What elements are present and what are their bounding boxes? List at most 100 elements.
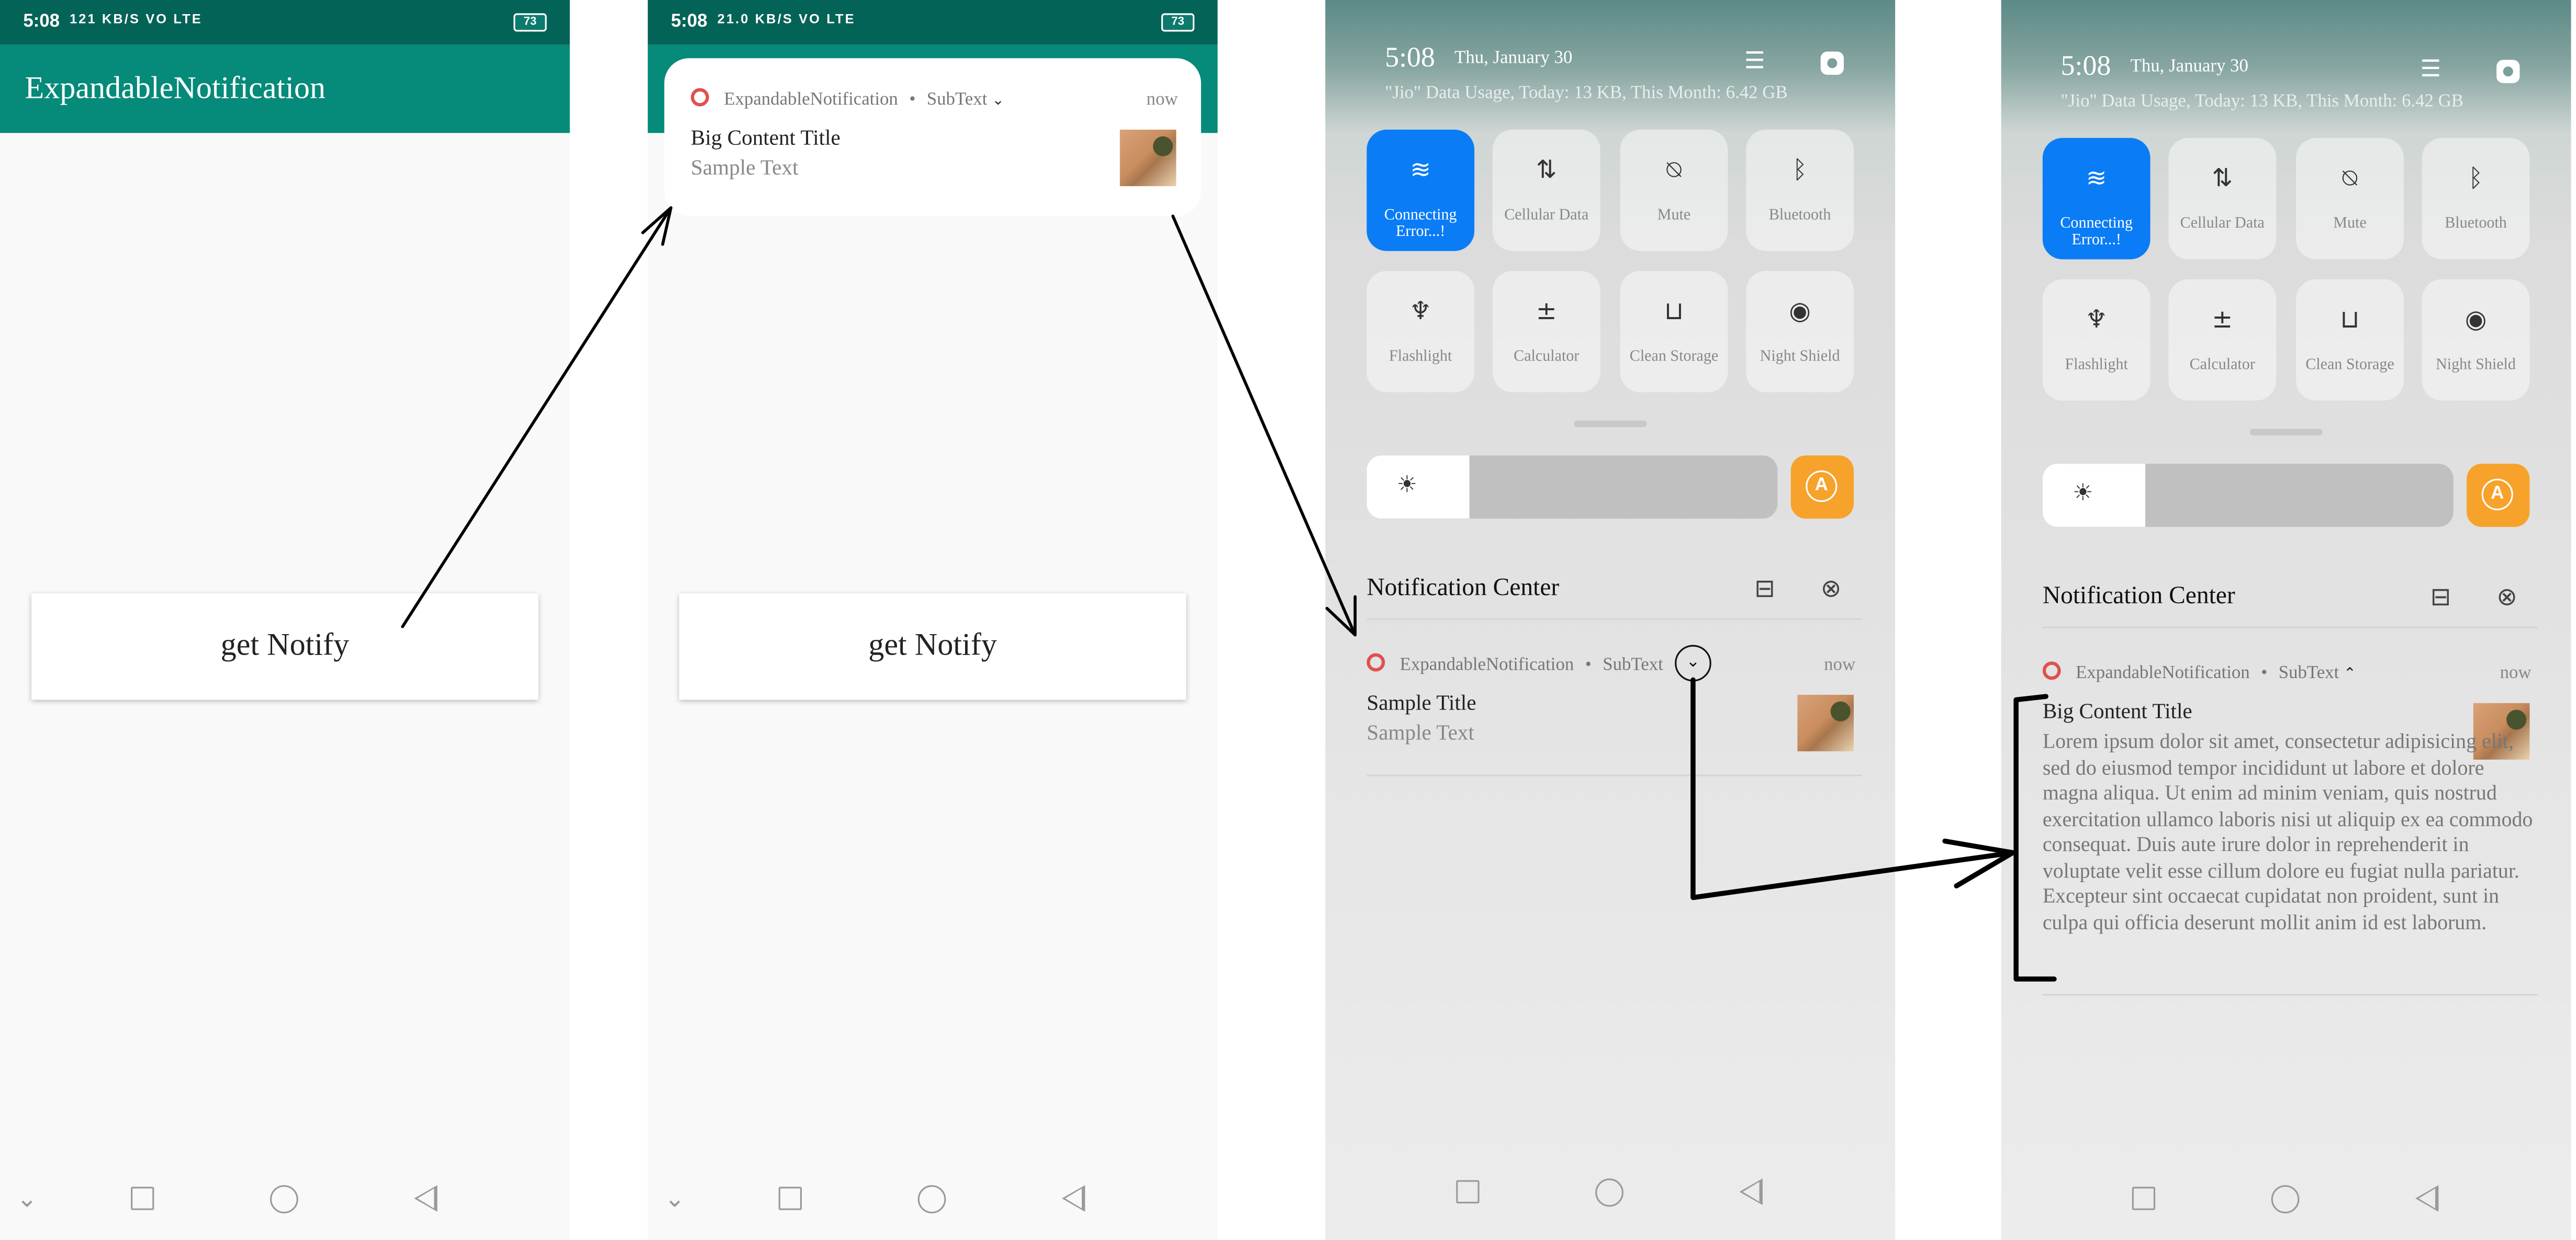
qs-time: 5:08 — [1385, 41, 1435, 73]
notification-app-name: ExpandableNotification — [1399, 655, 1574, 675]
tile-calculator[interactable]: ± Calculator — [2168, 279, 2277, 401]
flashlight-icon: ♆ — [2085, 304, 2108, 334]
edit-tiles-icon[interactable]: ☰ — [2421, 57, 2441, 83]
tile-label: Night Shield — [2436, 357, 2516, 374]
bluetooth-icon: ᛒ — [2468, 163, 2483, 193]
nav-bar: ⌄ — [648, 1174, 1218, 1223]
notification-text: Sample Text — [1367, 719, 1474, 745]
tile-label: Mute — [2333, 216, 2367, 233]
tile-flashlight[interactable]: ♆ Flashlight — [1367, 270, 1475, 392]
tile-mute[interactable]: ⍉ Mute — [2296, 138, 2404, 260]
chevron-up-icon[interactable]: ⌃ — [2344, 667, 2356, 683]
app-bar: ExpandableNotification — [0, 44, 570, 133]
get-notify-button[interactable]: get Notify — [31, 593, 539, 700]
clear-all-icon[interactable]: ⊗ — [1821, 573, 1842, 603]
data-usage-text: "Jio" Data Usage, Today: 13 KB, This Mon… — [1385, 83, 1788, 103]
chevron-down-icon[interactable]: ⌄ — [17, 1183, 38, 1213]
nav-bar: ⌄ — [0, 1174, 570, 1223]
clear-all-icon[interactable]: ⊗ — [2496, 582, 2517, 612]
notification-time: now — [1146, 89, 1178, 110]
auto-label: A — [1806, 470, 1838, 502]
settings-icon[interactable] — [2496, 60, 2520, 83]
tile-bluetooth[interactable]: ᛒ Bluetooth — [1746, 129, 1854, 251]
home-button[interactable] — [2271, 1185, 2300, 1214]
tile-label: Calculator — [1514, 349, 1580, 366]
get-notify-button[interactable]: get Notify — [679, 593, 1186, 700]
notification-subtext: SubText — [2278, 663, 2339, 683]
status-time: 5:08 — [670, 12, 708, 32]
notification-header: ExpandableNotification • SubText ⌃ — [2042, 661, 2356, 683]
back-button[interactable] — [414, 1185, 438, 1212]
recents-button[interactable] — [778, 1187, 802, 1210]
tile-wifi[interactable]: ≋ Connecting Error...! — [1367, 129, 1475, 251]
brightness-fill — [1367, 455, 1470, 519]
cellular-data-icon: ⇅ — [2212, 163, 2233, 193]
notification-title: Sample Title — [1367, 690, 1476, 715]
home-button[interactable] — [917, 1185, 946, 1214]
tile-mute[interactable]: ⍉ Mute — [1620, 129, 1728, 251]
edit-tiles-icon[interactable]: ☰ — [1744, 48, 1765, 75]
expand-chevron-icon[interactable]: ⌄ — [1675, 645, 1711, 682]
battery-icon: 73 — [513, 13, 547, 32]
tile-label: Clean Storage — [2305, 357, 2394, 374]
phone-screen-expanded-notification: 5:08 Thu, January 30 "Jio" Data Usage, T… — [2001, 0, 2571, 1240]
brightness-slider[interactable]: ☀ — [2042, 464, 2454, 527]
header-separator: • — [1585, 655, 1592, 675]
auto-brightness-button[interactable]: A — [2467, 464, 2530, 527]
notification-header: ExpandableNotification • SubText ⌄ — [690, 88, 1004, 110]
drag-handle[interactable] — [2249, 429, 2323, 436]
tile-label: Connecting Error...! — [2060, 216, 2133, 250]
notification-subtext: SubText — [926, 89, 988, 110]
network-icons: 121 KB/S VO LTE — [69, 12, 203, 27]
settings-icon[interactable] — [1820, 51, 1844, 75]
header-separator: • — [909, 89, 916, 110]
divider — [2042, 626, 2538, 628]
tile-wifi[interactable]: ≋ Connecting Error...! — [2042, 138, 2151, 260]
heads-up-notification[interactable]: ExpandableNotification • SubText ⌄ now B… — [664, 58, 1201, 216]
tile-label: Mute — [1657, 208, 1691, 224]
tile-night-shield[interactable]: ◉ Night Shield — [1746, 270, 1854, 392]
notification-settings-icon[interactable]: ⊟ — [1754, 573, 1775, 603]
auto-brightness-button[interactable]: A — [1790, 455, 1854, 519]
tile-label: Cellular Data — [2180, 216, 2265, 233]
tile-cellular-data[interactable]: ⇅ Cellular Data — [2168, 138, 2277, 260]
notification-long-text: Lorem ipsum dolor sit amet, consectetur … — [2042, 729, 2533, 933]
battery-icon: 73 — [1161, 13, 1195, 32]
wifi-icon: ≋ — [1410, 154, 1431, 185]
brightness-fill — [2042, 464, 2146, 527]
tile-clean-storage[interactable]: ⊔ Clean Storage — [1620, 270, 1728, 392]
cellular-data-icon: ⇅ — [1536, 154, 1557, 185]
phone-screen-app: 5:08 121 KB/S VO LTE 73 ExpandableNotifi… — [0, 0, 570, 1240]
tile-cellular-data[interactable]: ⇅ Cellular Data — [1492, 129, 1600, 251]
tile-bluetooth[interactable]: ᛒ Bluetooth — [2422, 138, 2530, 260]
chevron-down-icon[interactable]: ⌄ — [664, 1183, 685, 1213]
auto-label: A — [2481, 478, 2513, 511]
brightness-slider[interactable]: ☀ — [1367, 455, 1778, 519]
back-button[interactable] — [1061, 1185, 1085, 1212]
tile-night-shield[interactable]: ◉ Night Shield — [2422, 279, 2530, 401]
status-time: 5:08 — [23, 12, 60, 32]
tile-label: Clean Storage — [1629, 349, 1719, 366]
back-button[interactable] — [1739, 1178, 1763, 1205]
home-button[interactable] — [270, 1185, 298, 1214]
tile-clean-storage[interactable]: ⊔ Clean Storage — [2296, 279, 2404, 401]
tile-label: Flashlight — [2065, 357, 2128, 374]
network-icons: 21.0 KB/S VO LTE — [717, 12, 856, 27]
notification-header: ExpandableNotification • SubText — [1367, 653, 1663, 675]
notification-title: Big Content Title — [690, 125, 841, 150]
flashlight-icon: ♆ — [1409, 296, 1432, 326]
recents-button[interactable] — [131, 1187, 154, 1210]
eye-icon: ◉ — [2465, 304, 2487, 334]
notification-center-title: Notification Center — [2042, 583, 2235, 610]
recents-button[interactable] — [2132, 1187, 2156, 1210]
drag-handle[interactable] — [1574, 420, 1647, 427]
tile-flashlight[interactable]: ♆ Flashlight — [2042, 279, 2151, 401]
chevron-down-icon[interactable]: ⌄ — [992, 93, 1004, 110]
tile-label: Cellular Data — [1504, 208, 1589, 224]
back-button[interactable] — [2415, 1185, 2439, 1212]
notification-settings-icon[interactable]: ⊟ — [2430, 582, 2451, 612]
recents-button[interactable] — [1456, 1180, 1480, 1204]
home-button[interactable] — [1595, 1178, 1623, 1207]
phone-screen-notification-shade: 5:08 Thu, January 30 "Jio" Data Usage, T… — [1325, 0, 1896, 1240]
tile-calculator[interactable]: ± Calculator — [1492, 270, 1600, 392]
